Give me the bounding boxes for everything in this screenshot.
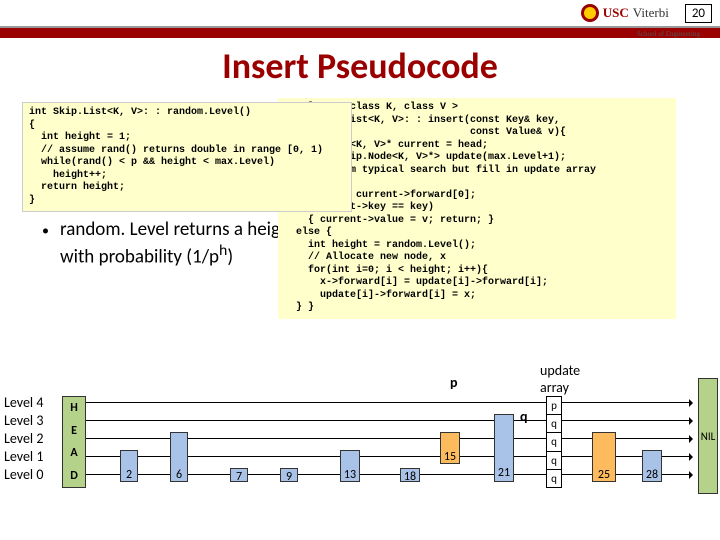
node-7: 7: [230, 468, 248, 482]
nil-node: NIL: [698, 378, 718, 494]
update-cell-3: q: [547, 415, 561, 433]
node-28-val: 28: [643, 467, 661, 483]
skiplist-diagram: Level 4 Level 3 Level 2 Level 1 Level 0 …: [0, 370, 720, 540]
node-15-val: 15: [441, 449, 459, 465]
head-E: E: [71, 424, 77, 438]
level-0-label: Level 0: [4, 466, 43, 483]
level-1-label: Level 1: [4, 448, 43, 465]
update-cell-1: q: [547, 452, 561, 470]
node-13-val: 13: [341, 467, 359, 483]
node-25-val: 25: [593, 467, 615, 483]
header-bar: USC Viterbi 20: [0, 0, 720, 28]
head-H: H: [70, 401, 78, 415]
node-21-val: 21: [495, 465, 513, 481]
update-cell-2: q: [547, 433, 561, 451]
usc-shield-icon: [581, 4, 599, 22]
node-25: 25: [592, 432, 616, 482]
head-A: A: [70, 446, 77, 460]
node-18: 18: [400, 468, 420, 482]
node-6-val: 6: [171, 467, 187, 483]
p-label: p: [450, 374, 458, 391]
level-2-label: Level 2: [4, 430, 43, 447]
node-13: 13: [340, 450, 360, 482]
code-random-level: int Skip.List<K, V>: : random.Level() { …: [22, 102, 352, 212]
node-15: 15: [440, 432, 460, 464]
usc-text: USC: [603, 5, 629, 21]
bullet-dot-icon: •: [42, 222, 49, 239]
node-6: 6: [170, 432, 188, 482]
update-cell-0: q: [547, 470, 561, 487]
update-array: p q q q q: [546, 396, 562, 488]
node-2-val: 2: [121, 467, 137, 483]
line-lvl3: [86, 420, 692, 421]
update-cell-4: p: [547, 397, 561, 415]
bullet-post: ): [227, 245, 233, 268]
school-subtext: School of Engineering: [637, 30, 700, 38]
node-9: 9: [280, 468, 298, 482]
node-28: 28: [642, 450, 662, 482]
level-4-label: Level 4: [4, 394, 43, 411]
q-label: q: [520, 408, 528, 425]
update-array-label: update array: [540, 362, 580, 396]
viterbi-text: Viterbi: [633, 5, 669, 21]
logo-area: USC Viterbi: [581, 4, 669, 22]
accent-bar: [0, 28, 720, 38]
node-21: 21: [494, 414, 514, 482]
level-3-label: Level 3: [4, 412, 43, 429]
page-number: 20: [685, 4, 712, 23]
head-node: H E A D: [62, 396, 86, 488]
slide-title: Insert Pseudocode: [0, 44, 720, 88]
line-lvl4: [86, 402, 692, 403]
head-D: D: [70, 469, 78, 483]
node-2: 2: [120, 450, 138, 482]
